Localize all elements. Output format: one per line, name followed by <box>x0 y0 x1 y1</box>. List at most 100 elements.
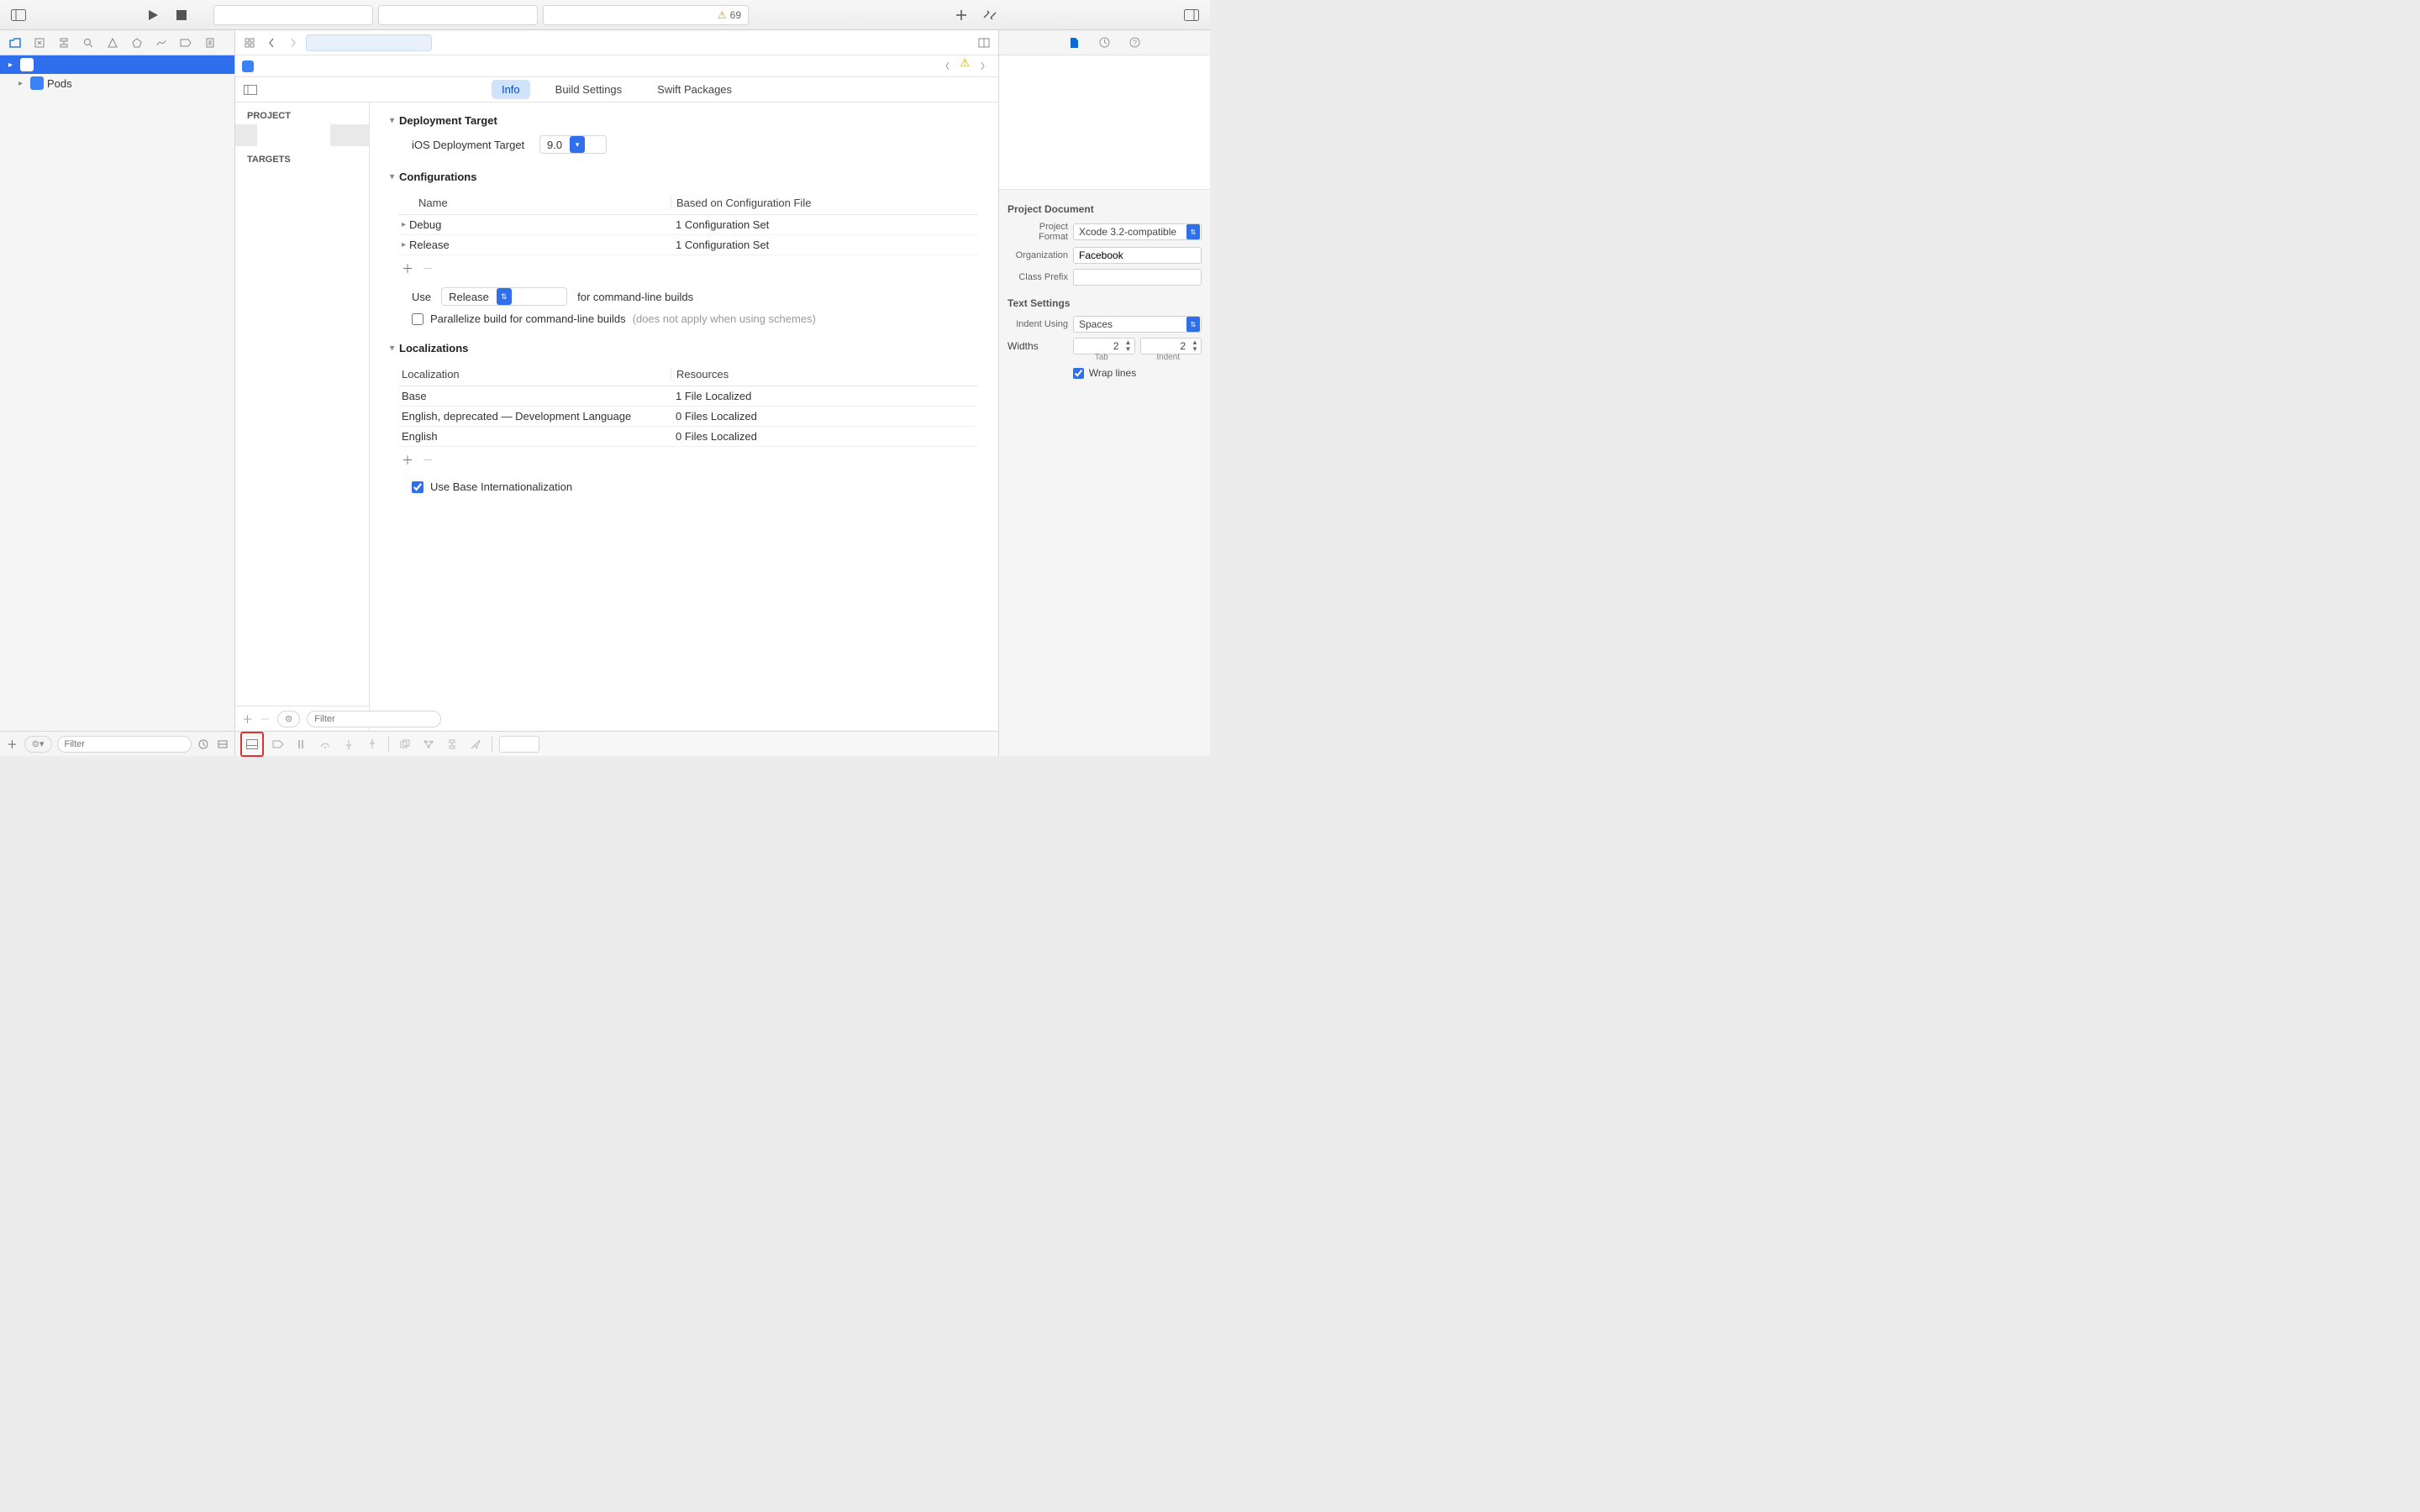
step-over-icon[interactable] <box>316 734 334 754</box>
add-editor-icon[interactable] <box>975 33 993 53</box>
related-items-icon[interactable] <box>240 33 259 53</box>
debug-filter-input[interactable] <box>499 736 539 753</box>
indent-using-select[interactable]: Spaces⇅ <box>1073 316 1202 333</box>
project-entry[interactable] <box>235 124 369 146</box>
parallelize-checkbox[interactable] <box>412 313 424 325</box>
warning-icon[interactable]: ⚠︎ <box>960 56 970 76</box>
recent-files-icon[interactable] <box>197 734 211 754</box>
toggle-debug-area-button[interactable] <box>240 732 264 757</box>
jump-next-icon[interactable] <box>973 56 992 76</box>
add-target-button[interactable]: ＋ <box>242 711 253 727</box>
ios-deployment-label: iOS Deployment Target <box>412 139 529 151</box>
config-name-header: Name <box>402 197 671 209</box>
navigator-filter-input[interactable] <box>57 736 192 753</box>
add-file-button[interactable]: ＋ <box>5 734 19 754</box>
config-based-header: Based on Configuration File <box>671 197 975 209</box>
symbol-navigator-tab[interactable] <box>53 34 75 52</box>
project-navigator-tab[interactable] <box>4 34 26 52</box>
add-button[interactable] <box>950 5 973 25</box>
parallelize-note: (does not apply when using schemes) <box>633 312 816 325</box>
project-tree[interactable]: ▸ ▸ Pods <box>0 55 234 731</box>
tab-info[interactable]: Info <box>492 80 530 99</box>
wrap-lines-label: Wrap lines <box>1089 367 1136 379</box>
step-in-icon[interactable] <box>339 734 358 754</box>
widths-label: Widths <box>1007 340 1068 352</box>
localization-row[interactable]: English, deprecated — Development Langua… <box>398 407 978 427</box>
history-inspector-tab[interactable] <box>1096 33 1114 53</box>
active-tab[interactable] <box>306 34 432 51</box>
code-review-icon[interactable] <box>978 5 1002 25</box>
scheme-selector[interactable] <box>213 5 373 25</box>
toggle-navigator-icon[interactable] <box>7 5 30 25</box>
project-section-label: PROJECT <box>235 102 369 124</box>
run-destination-selector[interactable] <box>378 5 538 25</box>
organization-label: Organization <box>1007 250 1068 260</box>
configurations-section: ▸Configurations Name Based on Configurat… <box>390 171 978 325</box>
run-button[interactable] <box>141 5 165 25</box>
class-prefix-input[interactable] <box>1073 269 1202 286</box>
file-inspector-tab[interactable] <box>1065 33 1084 53</box>
toggle-targets-list-icon[interactable] <box>235 85 266 95</box>
organization-input[interactable] <box>1073 247 1202 264</box>
use-suffix: for command-line builds <box>577 291 693 303</box>
config-row[interactable]: ▸Debug 1 Configuration Set <box>398 215 978 235</box>
environment-overrides-icon[interactable] <box>443 734 461 754</box>
remove-target-button[interactable]: － <box>260 711 271 727</box>
project-document-header: Project Document <box>1007 203 1202 215</box>
toggle-inspector-icon[interactable] <box>1180 5 1203 25</box>
pods-row[interactable]: ▸ Pods <box>0 74 234 92</box>
simulate-location-icon[interactable] <box>466 734 485 754</box>
localization-row[interactable]: English 0 Files Localized <box>398 427 978 447</box>
use-label: Use <box>412 291 431 303</box>
navigator-panel: ▸ ▸ Pods ＋ ⊜▾ <box>0 30 235 756</box>
remove-localization-button[interactable]: － <box>422 452 434 469</box>
nav-back-button[interactable] <box>262 33 281 53</box>
localization-row[interactable]: Base 1 File Localized <box>398 386 978 407</box>
add-localization-button[interactable]: ＋ <box>402 452 413 469</box>
stop-button[interactable] <box>170 5 193 25</box>
project-info-settings: ▸Deployment Target iOS Deployment Target… <box>370 102 998 731</box>
tab-build-settings[interactable]: Build Settings <box>545 80 633 99</box>
view-debugger-icon[interactable] <box>396 734 414 754</box>
xcodeproj-icon <box>242 60 254 72</box>
project-format-label: Project Format <box>1007 222 1068 242</box>
issue-navigator-tab[interactable] <box>102 34 124 52</box>
project-format-select[interactable]: Xcode 3.2-compatible⇅ <box>1073 223 1202 240</box>
step-out-icon[interactable] <box>363 734 381 754</box>
use-base-intl-checkbox[interactable] <box>412 481 424 493</box>
breakpoint-navigator-tab[interactable] <box>175 34 197 52</box>
find-navigator-tab[interactable] <box>77 34 99 52</box>
memory-graph-icon[interactable] <box>419 734 438 754</box>
help-inspector-tab[interactable]: ? <box>1126 33 1144 53</box>
debug-navigator-tab[interactable] <box>150 34 172 52</box>
test-navigator-tab[interactable] <box>126 34 148 52</box>
project-root-row[interactable]: ▸ <box>0 55 234 74</box>
warning-icon[interactable]: ⚠︎ <box>718 9 727 21</box>
editor-area: ⚠︎ Info Build Settings Swift Packages PR… <box>235 30 998 756</box>
jump-bar[interactable]: ⚠︎ <box>235 55 998 77</box>
targets-section-label: TARGETS <box>235 146 369 168</box>
localizations-section: ▸Localizations Localization Resources Ba… <box>390 342 978 493</box>
warning-count[interactable]: 69 <box>730 9 741 21</box>
tab-swift-packages[interactable]: Swift Packages <box>647 80 742 99</box>
navigator-bottom-bar: ＋ ⊜▾ <box>0 731 234 756</box>
configurations-header: Configurations <box>399 171 476 183</box>
continue-icon[interactable] <box>292 734 311 754</box>
source-control-navigator-tab[interactable] <box>29 34 50 52</box>
breakpoints-toggle-icon[interactable] <box>269 734 287 754</box>
tab-width-stepper[interactable]: 2▲▼ <box>1073 338 1135 354</box>
ios-deployment-combo[interactable]: 9.0 ▾ <box>539 135 607 154</box>
filter-scope-button[interactable]: ⊜▾ <box>24 736 52 753</box>
cli-build-config-select[interactable]: Release ⇅ <box>441 287 567 306</box>
nav-forward-button[interactable] <box>284 33 302 53</box>
targets-filter-scope[interactable]: ⊜ <box>277 711 300 727</box>
indent-width-stepper[interactable]: 2▲▼ <box>1140 338 1202 354</box>
config-row[interactable]: ▸Release 1 Configuration Set <box>398 235 978 255</box>
report-navigator-tab[interactable] <box>199 34 221 52</box>
add-config-button[interactable]: ＋ <box>402 260 413 277</box>
remove-config-button[interactable]: － <box>422 260 434 277</box>
jump-prev-icon[interactable] <box>938 56 956 76</box>
wrap-lines-checkbox[interactable] <box>1073 368 1084 379</box>
scm-status-icon[interactable] <box>215 734 229 754</box>
pods-label: Pods <box>47 77 72 90</box>
